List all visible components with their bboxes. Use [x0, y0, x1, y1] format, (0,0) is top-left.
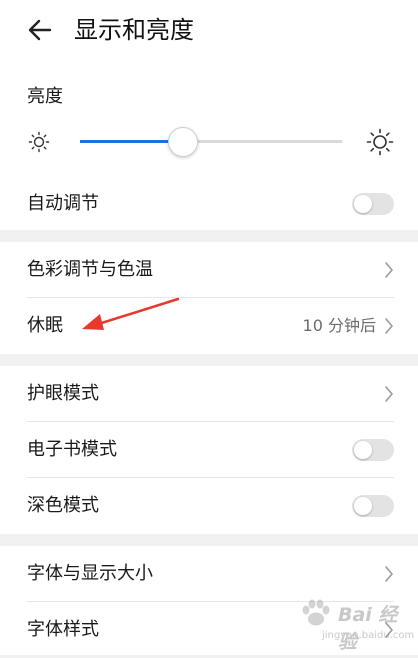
eye-comfort-label: 护眼模式 [27, 383, 99, 404]
sleep-row[interactable]: 休眠 10 分钟后 [0, 298, 418, 354]
title-bar: 显示和亮度 [0, 0, 418, 64]
sleep-value: 10 分钟后 [302, 316, 376, 335]
page-title: 显示和亮度 [74, 16, 194, 44]
annotation-arrow-icon [82, 297, 180, 330]
dark-mode-toggle[interactable] [352, 495, 394, 517]
font-display-size-row[interactable]: 字体与显示大小 [0, 546, 418, 602]
chevron-right-icon [385, 318, 393, 334]
dark-mode-label: 深色模式 [27, 495, 99, 516]
chevron-right-icon [385, 262, 393, 278]
ebook-mode-row[interactable]: 电子书模式 [0, 422, 418, 478]
color-temperature-label: 色彩调节与色温 [27, 259, 153, 280]
toggle-knob [354, 441, 372, 459]
brightness-slider[interactable] [80, 127, 342, 157]
color-sleep-card: 色彩调节与色温 休眠 10 分钟后 [0, 242, 418, 354]
chevron-right-icon [385, 386, 393, 402]
chevron-right-icon [385, 566, 393, 582]
ebook-mode-toggle[interactable] [352, 439, 394, 461]
sun-small-icon [28, 131, 50, 153]
brightness-slider-thumb[interactable] [168, 127, 199, 157]
brightness-slider-fill [80, 140, 183, 143]
ebook-mode-label: 电子书模式 [27, 439, 117, 460]
toggle-knob [354, 195, 372, 213]
font-style-label: 字体样式 [27, 619, 99, 640]
auto-adjust-label: 自动调节 [27, 193, 99, 214]
watermark-site: jingyan.baidu.com [322, 630, 415, 641]
dark-mode-row[interactable]: 深色模式 [0, 478, 418, 534]
sun-large-icon [366, 128, 394, 156]
sleep-label: 休眠 [27, 315, 63, 336]
modes-card: 护眼模式 电子书模式 深色模式 [0, 366, 418, 534]
auto-adjust-toggle[interactable] [352, 193, 394, 215]
baidu-watermark: Bai 经验 jingyan.baidu.com [298, 596, 414, 653]
font-display-size-label: 字体与显示大小 [27, 563, 153, 584]
toggle-knob [354, 497, 372, 515]
watermark-brand: Bai 经验 [338, 604, 398, 653]
brightness-label: 亮度 [27, 86, 63, 107]
paw-icon [302, 599, 330, 626]
auto-adjust-row[interactable]: 自动调节 [0, 176, 418, 232]
color-temperature-row[interactable]: 色彩调节与色温 [0, 242, 418, 298]
back-arrow-icon[interactable] [26, 16, 54, 44]
eye-comfort-row[interactable]: 护眼模式 [0, 366, 418, 422]
